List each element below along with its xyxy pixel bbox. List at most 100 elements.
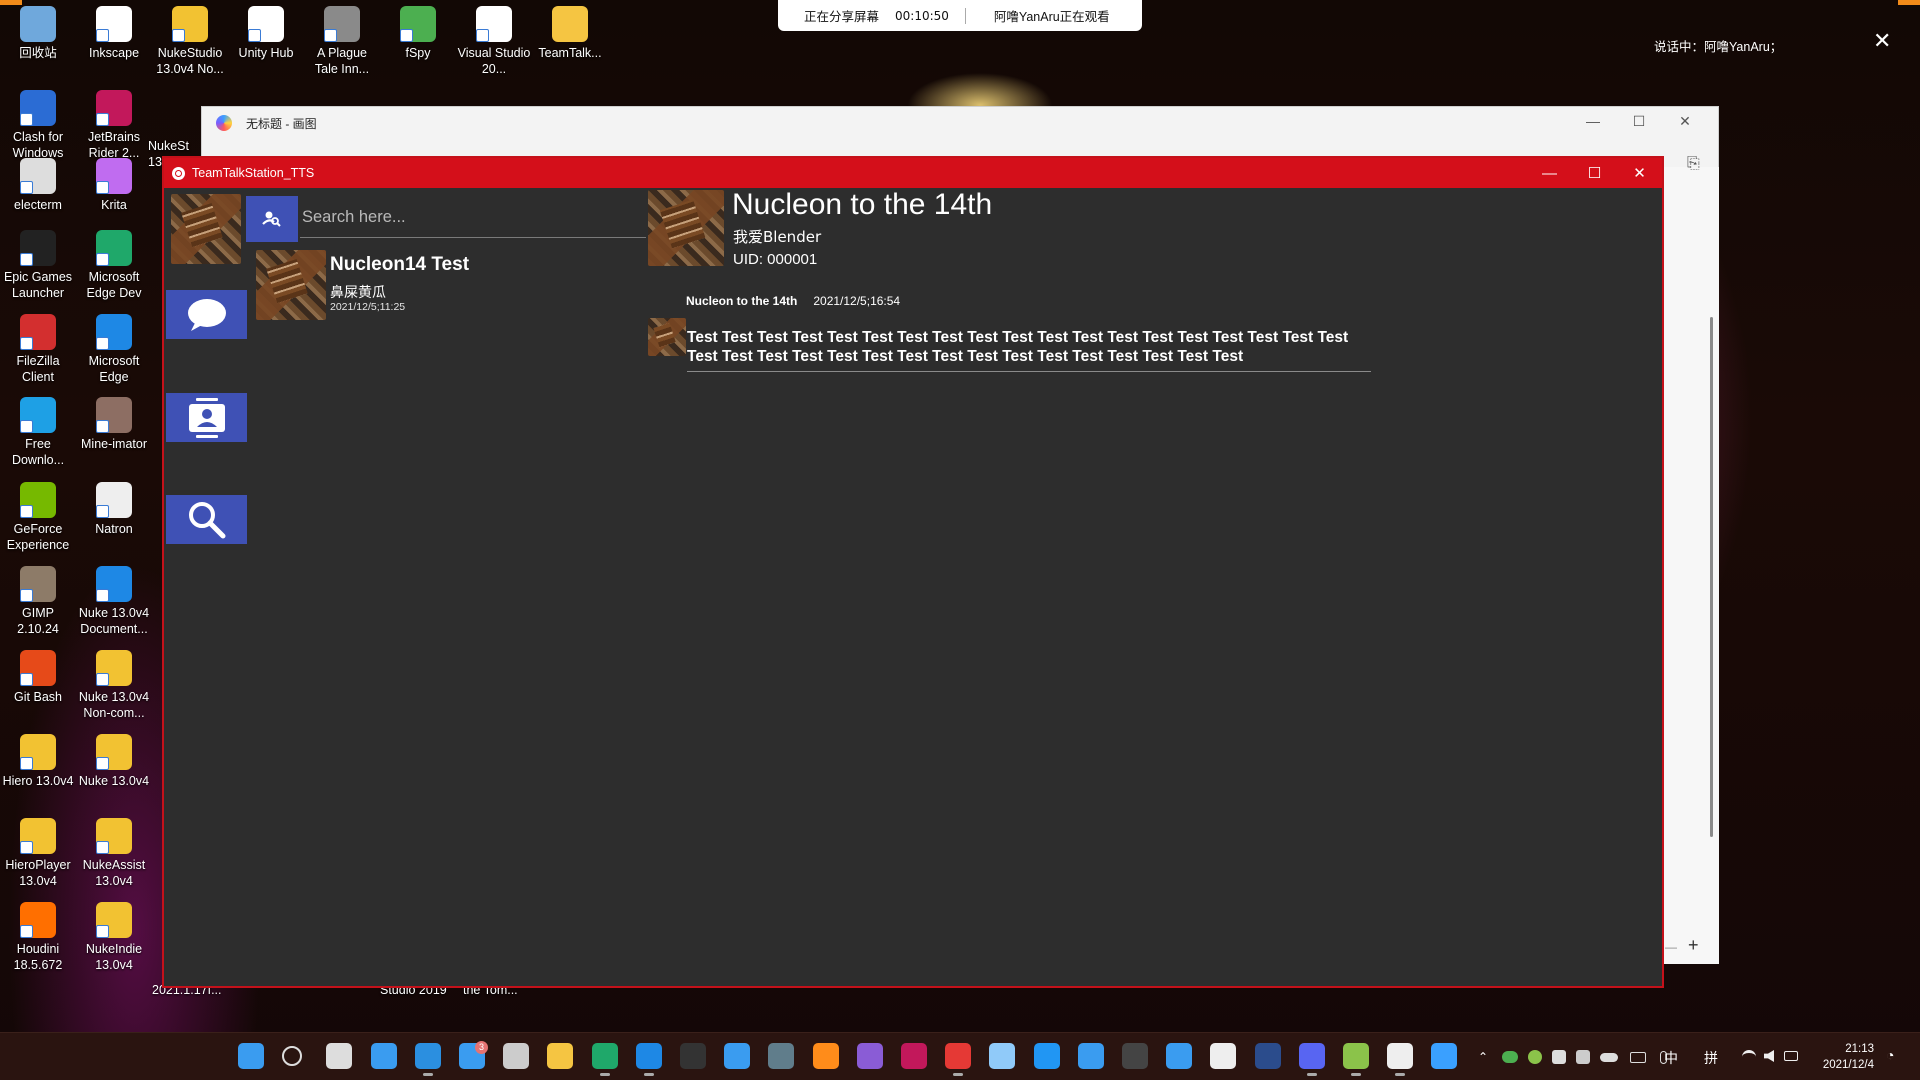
- teamtalk-maximize-button[interactable]: ☐: [1572, 158, 1617, 188]
- notification-icon[interactable]: ◔: [1886, 1047, 1894, 1063]
- desktop-icon[interactable]: Microsoft Edge Dev: [76, 230, 152, 301]
- paint-maximize-button[interactable]: ☐: [1616, 113, 1662, 130]
- taskbar-task-view-icon[interactable]: [326, 1043, 352, 1069]
- desktop-icon[interactable]: Free Downlo...: [0, 397, 76, 468]
- desktop-icon[interactable]: Nuke 13.0v4: [76, 734, 152, 789]
- contacts-nav-button[interactable]: [166, 393, 247, 442]
- desktop-icon[interactable]: 回收站: [0, 6, 76, 61]
- taskbar-visual-studio-icon[interactable]: [857, 1043, 883, 1069]
- taskbar-terminal-icon[interactable]: [1122, 1043, 1148, 1069]
- desktop-icon[interactable]: fSpy: [380, 6, 456, 61]
- zoom-out-button[interactable]: —: [1665, 940, 1677, 954]
- conversation-list-item[interactable]: Nucleon14 Test 鼻屎黄瓜 2021/12/5;11:25: [256, 250, 646, 324]
- tray-app-icon[interactable]: [1552, 1050, 1567, 1064]
- desktop-icon[interactable]: TeamTalk...: [532, 6, 608, 61]
- search-user-button[interactable]: [246, 196, 298, 242]
- desktop-icon[interactable]: Visual Studio 20...: [456, 6, 532, 77]
- desktop-icon[interactable]: NukeAssist 13.0v4: [76, 818, 152, 889]
- overlay-close-icon[interactable]: ✕: [1873, 30, 1891, 52]
- taskbar-feishu-icon[interactable]: [1166, 1043, 1192, 1069]
- teamtalk-minimize-button[interactable]: —: [1527, 158, 1572, 188]
- taskbar-blender-icon[interactable]: [813, 1043, 839, 1069]
- teamtalk-titlebar[interactable]: TeamTalkStation_TTS — ☐ ✕: [164, 158, 1662, 188]
- system-tray: ⌃: [1478, 1033, 1668, 1080]
- wechat-icon[interactable]: [1502, 1051, 1519, 1063]
- taskbar-edge-icon[interactable]: [636, 1043, 662, 1076]
- chat-contact-avatar[interactable]: [648, 190, 724, 266]
- taskbar-app-orb-icon[interactable]: [989, 1043, 1015, 1069]
- taskbar-vscode-icon[interactable]: [415, 1043, 441, 1076]
- desktop-icon[interactable]: NukeIndie 13.0v4: [76, 902, 152, 973]
- keyboard-icon[interactable]: [1630, 1051, 1647, 1063]
- ime-mode-indicator[interactable]: 中: [1664, 1048, 1678, 1068]
- teamtalk-window[interactable]: TeamTalkStation_TTS — ☐ ✕ Search here...…: [162, 156, 1664, 988]
- taskbar-store-icon[interactable]: [724, 1043, 750, 1069]
- share-timer: 00:10:50: [895, 8, 949, 23]
- taskbar-teamtalk-icon[interactable]: [1387, 1043, 1413, 1076]
- desktop-icon[interactable]: Hiero 13.0v4: [0, 734, 76, 789]
- paint-close-button[interactable]: ✕: [1662, 113, 1708, 130]
- taskbar-paint-icon[interactable]: [1431, 1043, 1457, 1069]
- paint-minimize-button[interactable]: —: [1570, 113, 1616, 130]
- desktop-app-icon: [20, 902, 56, 938]
- desktop-icon[interactable]: A Plague Tale Inn...: [304, 6, 380, 77]
- paint-titlebar[interactable]: 无标题 - 画图: [202, 107, 1718, 139]
- taskbar-clash-icon[interactable]: [1255, 1043, 1281, 1069]
- chats-nav-button[interactable]: [166, 290, 247, 339]
- tray-app-icon[interactable]: [1576, 1050, 1591, 1064]
- desktop-icon[interactable]: Microsoft Edge: [76, 314, 152, 385]
- taskbar-game-app-icon[interactable]: [1343, 1043, 1369, 1076]
- desktop-icon[interactable]: GIMP 2.10.24: [0, 566, 76, 637]
- desktop-icon[interactable]: HieroPlayer 13.0v4: [0, 818, 76, 889]
- desktop-icon[interactable]: Nuke 13.0v4 Document...: [76, 566, 152, 637]
- taskbar-discord-icon[interactable]: [1299, 1043, 1325, 1076]
- taskbar-notes-icon[interactable]: [1210, 1043, 1236, 1069]
- taskbar-kdenlive-icon[interactable]: [1034, 1043, 1060, 1069]
- search-nav-button[interactable]: [166, 495, 247, 544]
- paint-scrollbar[interactable]: [1710, 317, 1713, 837]
- taskbar-start-icon[interactable]: [238, 1043, 264, 1069]
- desktop-icon[interactable]: FileZilla Client: [0, 314, 76, 385]
- taskbar-netease-icon[interactable]: [945, 1043, 971, 1076]
- desktop-icon[interactable]: JetBrains Rider 2...: [76, 90, 152, 161]
- taskbar-obs-icon[interactable]: [503, 1043, 529, 1069]
- desktop-icon[interactable]: GeForce Experience: [0, 482, 76, 553]
- desktop-icon[interactable]: electerm: [0, 158, 76, 213]
- desktop-icon[interactable]: Natron: [76, 482, 152, 537]
- search-input[interactable]: [300, 198, 646, 238]
- wifi-icon[interactable]: [1742, 1050, 1756, 1064]
- ime-pinyin-indicator[interactable]: 拼: [1704, 1048, 1718, 1068]
- taskbar-file-explorer-icon[interactable]: [547, 1043, 573, 1069]
- desktop-icon[interactable]: Unity Hub: [228, 6, 304, 61]
- zoom-in-button[interactable]: +: [1688, 935, 1699, 955]
- taskbar-epic-games-icon[interactable]: [680, 1043, 706, 1069]
- taskbar-edge-dev-icon[interactable]: [592, 1043, 618, 1076]
- taskbar-gitkraken-icon[interactable]: [768, 1043, 794, 1069]
- taskbar-search-icon[interactable]: [282, 1046, 302, 1066]
- taskbar-rider-icon[interactable]: [901, 1043, 927, 1069]
- tray-app-icon[interactable]: [1528, 1050, 1543, 1064]
- desktop-icon[interactable]: Inkscape: [76, 6, 152, 61]
- message-avatar[interactable]: [648, 318, 686, 356]
- volume-icon[interactable]: [1764, 1050, 1774, 1062]
- desktop-icon[interactable]: Houdini 18.5.672: [0, 902, 76, 973]
- desktop-icon[interactable]: Krita: [76, 158, 152, 213]
- desktop-icon-label: Git Bash: [14, 690, 62, 704]
- share-icon[interactable]: ⎘: [1687, 155, 1700, 173]
- desktop-app-icon: [20, 566, 56, 602]
- desktop-icon[interactable]: NukeStudio 13.0v4 No...: [152, 6, 228, 77]
- tray-overflow-icon[interactable]: ⌃: [1478, 1050, 1488, 1064]
- battery-icon[interactable]: [1784, 1051, 1798, 1061]
- taskbar-widgets-icon[interactable]: [371, 1043, 397, 1069]
- desktop-icon[interactable]: Git Bash: [0, 650, 76, 705]
- onedrive-icon[interactable]: [1600, 1052, 1619, 1062]
- system-clock[interactable]: 21:13 2021/12/4: [1818, 1041, 1874, 1073]
- teamtalk-close-button[interactable]: ✕: [1617, 158, 1662, 188]
- desktop-icon[interactable]: Clash for Windows: [0, 90, 76, 161]
- watcher-status[interactable]: 阿噜YanAru正在观看: [994, 6, 1110, 25]
- desktop-icon[interactable]: Epic Games Launcher: [0, 230, 76, 301]
- desktop-icon[interactable]: Nuke 13.0v4 Non-com...: [76, 650, 152, 721]
- taskbar-settings-icon[interactable]: [1078, 1043, 1104, 1069]
- desktop-icon[interactable]: Mine-imator: [76, 397, 152, 452]
- current-user-avatar[interactable]: [171, 194, 241, 264]
